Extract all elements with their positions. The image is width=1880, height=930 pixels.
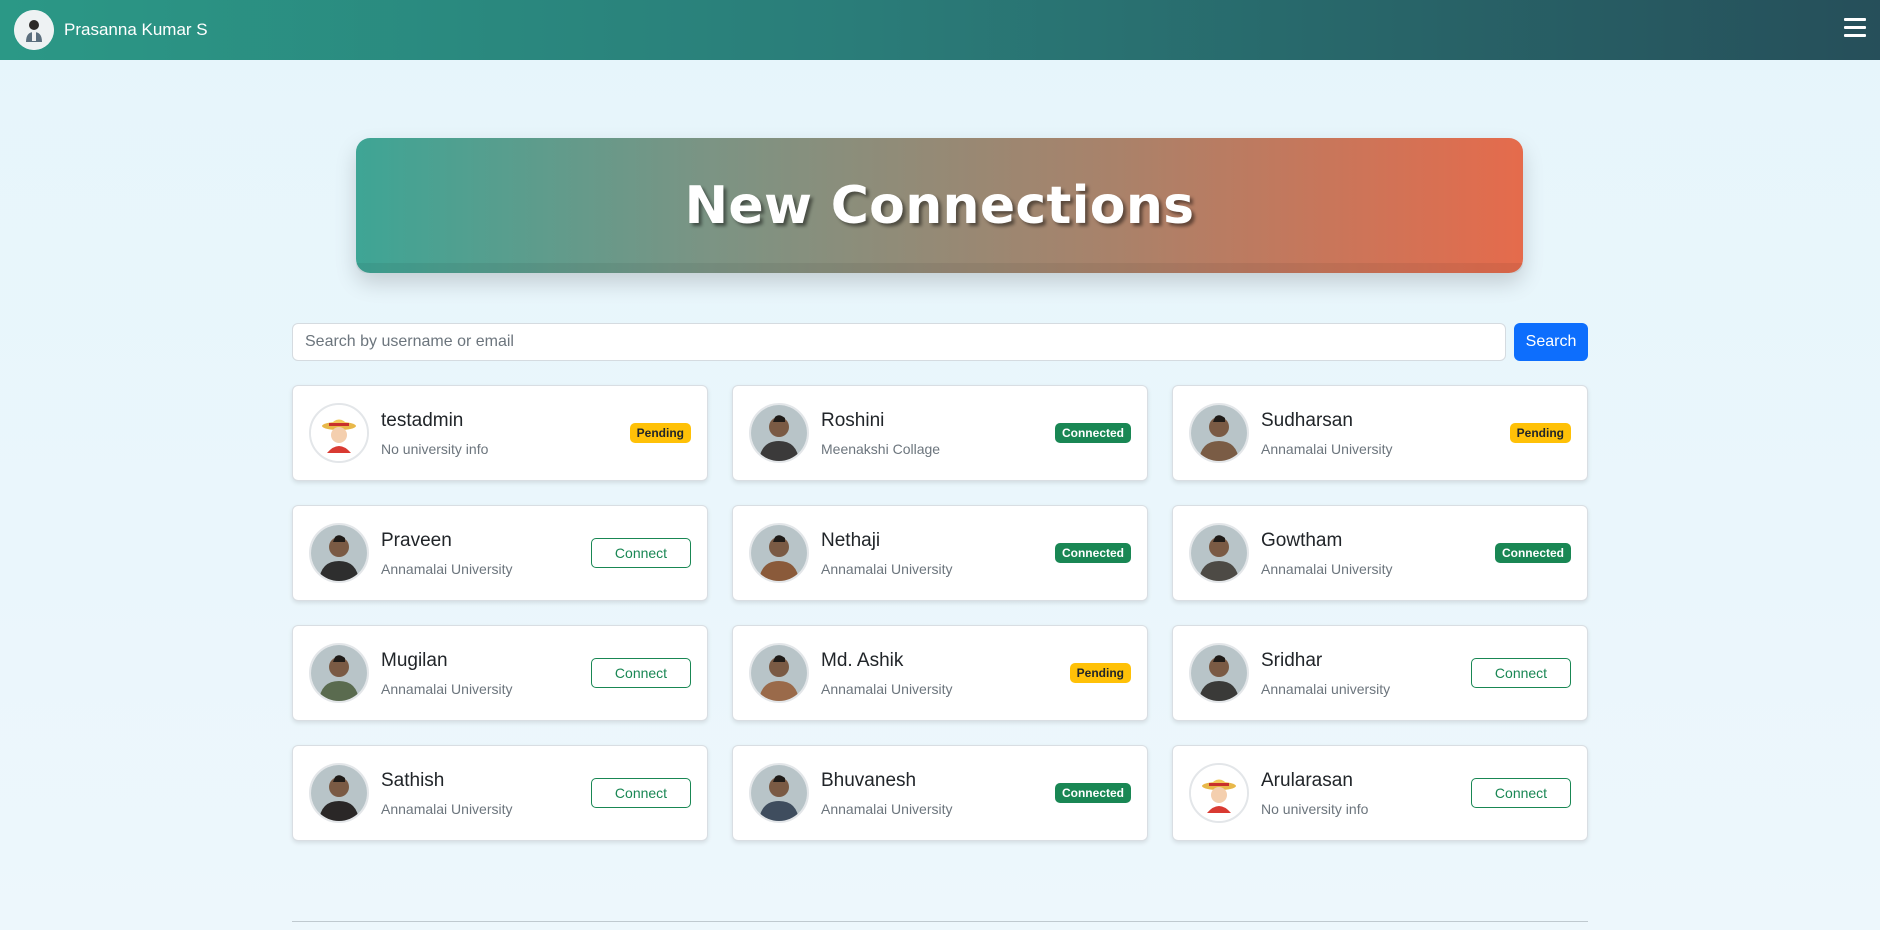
connection-card: Sathish Annamalai University Connect [292,745,708,841]
hamburger-menu-icon[interactable] [1844,18,1866,40]
search-bar: Search [292,323,1588,361]
connection-info: Sathish Annamalai University [381,770,591,817]
connection-card: Praveen Annamalai University Connect [292,505,708,601]
status-badge: Connected [1494,543,1571,563]
profile-photo-icon [749,523,809,583]
connection-name: Sridhar [1261,649,1323,671]
connection-name: Praveen [381,529,452,551]
profile-photo-icon [749,763,809,823]
profile-photo-icon [309,523,369,583]
connection-university: No university info [381,440,489,457]
connection-card: Sudharsan Annamalai University Pending [1172,385,1588,481]
status-badge: Pending [1509,423,1571,443]
connection-university: Annamalai University [821,560,953,577]
page-banner: New Connections [356,138,1523,273]
connection-university: Annamalai University [821,800,953,817]
connection-card: Mugilan Annamalai University Connect [292,625,708,721]
user-avatar-icon[interactable] [14,10,54,50]
search-input[interactable] [292,323,1506,361]
connections-grid: testadmin No university info Pending Roshin… [292,385,1588,841]
connection-info: Md. Ashik Annamalai University [821,650,1070,697]
nav-user-name[interactable]: Prasanna Kumar S [64,20,208,40]
connection-card: Nethaji Annamalai University Connected [732,505,1148,601]
connection-info: Praveen Annamalai University [381,530,591,577]
connection-university: Annamalai University [1261,560,1393,577]
connection-university: Annamalai University [821,680,953,697]
connection-info: Gowtham Annamalai University [1261,530,1495,577]
connection-card: Gowtham Annamalai University Connected [1172,505,1588,601]
connection-name: Sathish [381,769,445,791]
connection-name: testadmin [381,409,464,431]
connection-name: Roshini [821,409,885,431]
connection-name: Gowtham [1261,529,1343,551]
connection-card: Md. Ashik Annamalai University Pending [732,625,1148,721]
connection-info: Mugilan Annamalai University [381,650,591,697]
connect-button[interactable]: Connect [591,658,691,688]
connection-university: Annamalai University [381,800,513,817]
connection-info: Sridhar Annamalai university [1261,650,1471,697]
connection-info: Sudharsan Annamalai University [1261,410,1510,457]
connect-button[interactable]: Connect [591,778,691,808]
profile-photo-icon [1189,523,1249,583]
connect-button[interactable]: Connect [1471,778,1571,808]
connection-info: Nethaji Annamalai University [821,530,1055,577]
connection-name: Sudharsan [1261,409,1353,431]
connection-name: Bhuvanesh [821,769,917,791]
connection-name: Md. Ashik [821,649,904,671]
connection-university: Meenakshi Collage [821,440,941,457]
connection-card: Sridhar Annamalai university Connect [1172,625,1588,721]
status-badge: Pending [629,423,691,443]
connection-card: Bhuvanesh Annamalai University Connected [732,745,1148,841]
profile-photo-icon [309,643,369,703]
search-button[interactable]: Search [1514,323,1588,361]
page-title: New Connections [684,175,1195,236]
status-badge: Connected [1054,543,1131,563]
connection-university: Annamalai university [1261,680,1391,697]
connection-info: Bhuvanesh Annamalai University [821,770,1055,817]
profile-photo-icon [749,403,809,463]
connection-card: testadmin No university info Pending [292,385,708,481]
connection-university: No university info [1261,800,1369,817]
status-badge: Pending [1069,663,1131,683]
connect-button[interactable]: Connect [591,538,691,568]
cartoon-avatar-icon [309,403,369,463]
connection-university: Annamalai University [1261,440,1393,457]
connection-card: Roshini Meenakshi Collage Connected [732,385,1148,481]
cartoon-avatar-icon [1189,763,1249,823]
connection-university: Annamalai University [381,560,513,577]
connection-name: Mugilan [381,649,448,671]
connection-university: Annamalai University [381,680,513,697]
connection-name: Arularasan [1261,769,1353,791]
connection-name: Nethaji [821,529,881,551]
divider [292,921,1588,922]
connection-info: Arularasan No university info [1261,770,1471,817]
top-navbar: Prasanna Kumar S [0,0,1880,60]
profile-photo-icon [309,763,369,823]
profile-photo-icon [1189,643,1249,703]
status-badge: Connected [1054,423,1131,443]
connection-info: testadmin No university info [381,410,630,457]
connection-info: Roshini Meenakshi Collage [821,410,1055,457]
status-badge: Connected [1054,783,1131,803]
connection-card: Arularasan No university info Connect [1172,745,1588,841]
profile-photo-icon [1189,403,1249,463]
profile-photo-icon [749,643,809,703]
connect-button[interactable]: Connect [1471,658,1571,688]
